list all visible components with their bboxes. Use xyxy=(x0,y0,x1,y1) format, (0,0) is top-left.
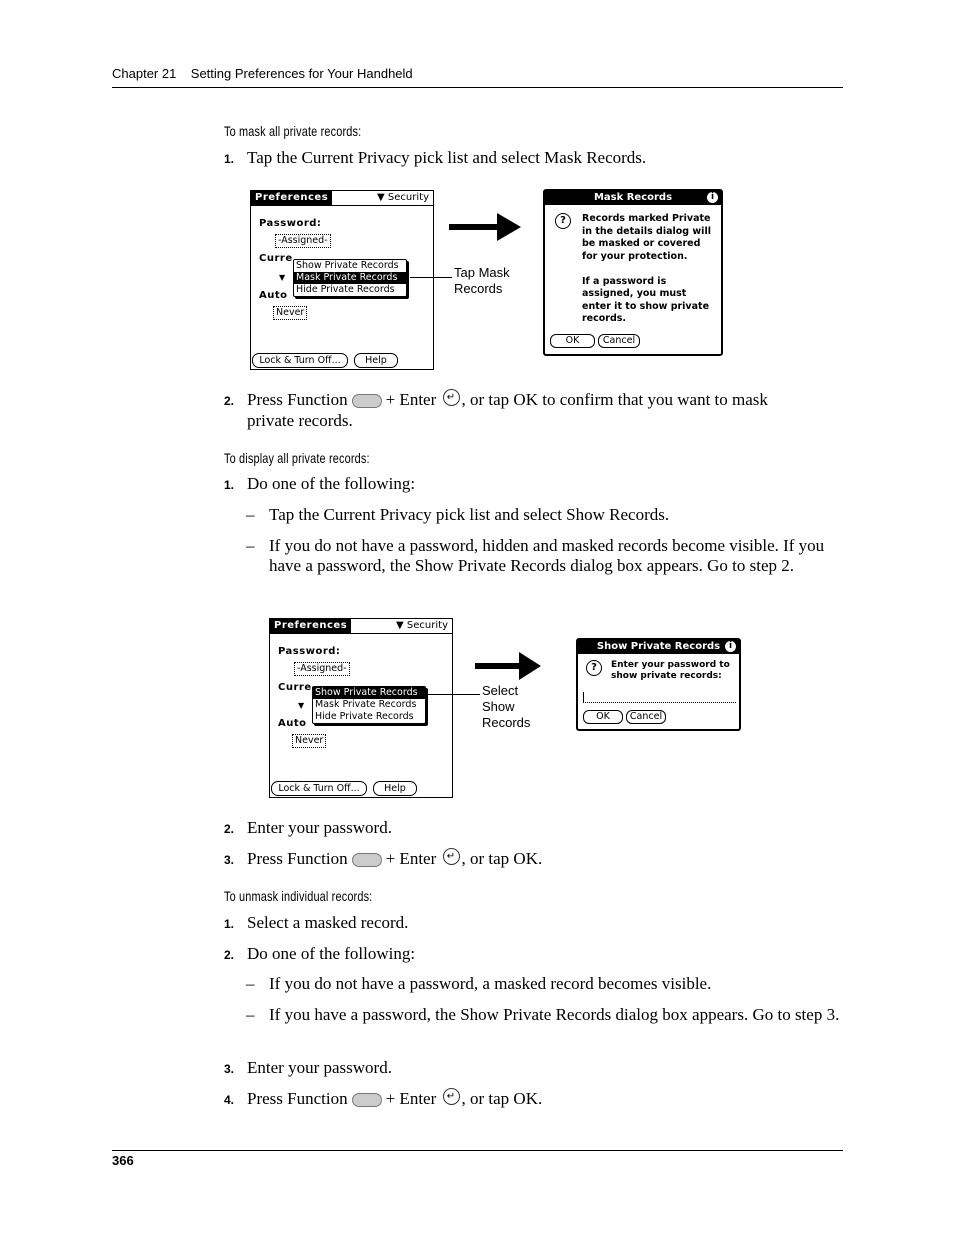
enter-key-icon: ↵ xyxy=(442,848,460,865)
menu-item-show[interactable]: Show Private Records xyxy=(313,687,425,699)
step: 2. Do one of the following: xyxy=(224,944,416,963)
callout-leader xyxy=(410,277,452,278)
header-rule xyxy=(112,87,843,88)
password-label: Password: xyxy=(259,218,322,229)
auto-lock-label: Auto xyxy=(278,718,307,729)
enter-key-icon: ↵ xyxy=(442,1088,460,1105)
section-heading: To unmask individual records: xyxy=(224,888,373,904)
step: 2. Enter your password. xyxy=(224,818,392,837)
ok-button[interactable]: OK xyxy=(583,710,623,724)
step: 4. Press Function + Enter ↵, or tap OK. xyxy=(224,1088,543,1108)
dialog-title: Mask Records xyxy=(545,191,721,205)
preferences-screen: Preferences ▼ Security Password: -Assign… xyxy=(269,618,453,798)
triangle-down-icon: ▼ xyxy=(396,620,404,631)
info-icon[interactable]: i xyxy=(725,641,736,652)
step: 3. Press Function + Enter ↵, or tap OK. xyxy=(224,848,543,868)
dialog-message: Enter your password to show private reco… xyxy=(611,660,730,681)
mask-records-dialog: Mask Records i ? Records marked Private … xyxy=(543,189,723,356)
ok-button[interactable]: OK xyxy=(550,334,595,348)
category-picker[interactable]: ▼ Security xyxy=(396,619,448,633)
help-button[interactable]: Help xyxy=(354,353,398,368)
password-field[interactable]: -Assigned- xyxy=(275,234,331,248)
help-button[interactable]: Help xyxy=(373,781,417,796)
privacy-menu: Show Private Records Mask Private Record… xyxy=(312,686,426,724)
section-heading: To mask all private records: xyxy=(224,123,362,139)
triangle-down-icon: ▼ xyxy=(298,701,305,710)
callout-leader xyxy=(428,694,480,695)
password-input[interactable] xyxy=(583,692,736,703)
info-icon[interactable]: i xyxy=(707,192,718,203)
menu-item-show[interactable]: Show Private Records xyxy=(294,260,406,272)
preferences-tab: Preferences xyxy=(251,191,333,205)
section-heading: To display all private records: xyxy=(224,450,370,466)
lock-turn-off-button[interactable]: Lock & Turn Off... xyxy=(271,781,367,796)
step: 1. Select a masked record. xyxy=(224,913,409,932)
auto-lock-field[interactable]: Never xyxy=(273,306,308,320)
function-key-icon xyxy=(351,853,382,868)
triangle-down-icon: ▼ xyxy=(377,192,385,203)
privacy-menu: Show Private Records Mask Private Record… xyxy=(293,259,407,297)
chapter-title: Setting Preferences for Your Handheld xyxy=(190,66,413,81)
step: 1. Tap the Current Privacy pick list and … xyxy=(224,148,647,167)
auto-lock-field[interactable]: Never xyxy=(292,734,327,748)
callout-tap-mask: Tap Mask Records xyxy=(454,265,510,296)
cancel-button[interactable]: Cancel xyxy=(598,334,640,348)
dialog-title: Show Private Records xyxy=(578,640,739,654)
footer-rule xyxy=(112,1150,843,1151)
cancel-button[interactable]: Cancel xyxy=(626,710,666,724)
password-field[interactable]: -Assigned- xyxy=(294,662,350,676)
show-private-records-dialog: Show Private Records i ? Enter your pass… xyxy=(576,638,741,731)
password-label: Password: xyxy=(278,646,341,657)
question-icon: ? xyxy=(586,660,602,676)
menu-item-hide[interactable]: Hide Private Records xyxy=(294,284,406,296)
lock-turn-off-button[interactable]: Lock & Turn Off... xyxy=(252,353,348,368)
page-number: 366 xyxy=(112,1153,134,1168)
preferences-tab: Preferences xyxy=(270,619,352,633)
arrow-right-icon xyxy=(449,213,521,241)
current-privacy-label: Curre xyxy=(278,682,312,693)
auto-lock-label: Auto xyxy=(259,290,288,301)
step: 1. Do one of the following: xyxy=(224,474,416,493)
triangle-down-icon: ▼ xyxy=(279,273,286,282)
question-icon: ? xyxy=(555,213,571,229)
menu-item-mask[interactable]: Mask Private Records xyxy=(313,699,425,711)
current-privacy-label: Curre xyxy=(259,253,293,264)
function-key-icon xyxy=(351,394,382,409)
dialog-message: Records marked Private in the details di… xyxy=(582,213,711,324)
function-key-icon xyxy=(351,1093,382,1108)
preferences-screen: Preferences ▼ Security Password: -Assign… xyxy=(250,190,434,370)
running-header: Chapter 21 Setting Preferences for Your … xyxy=(112,66,413,81)
step: 3. Enter your password. xyxy=(224,1058,392,1077)
callout-select-show: Select Show Records xyxy=(482,683,531,730)
category-picker[interactable]: ▼ Security xyxy=(377,191,429,205)
chapter-label: Chapter 21 xyxy=(112,66,177,81)
menu-item-mask[interactable]: Mask Private Records xyxy=(294,272,406,284)
step: 2. Press Function + Enter ↵, or tap OK to … xyxy=(224,389,768,430)
arrow-right-icon xyxy=(475,652,541,680)
enter-key-icon: ↵ xyxy=(442,389,460,406)
menu-item-hide[interactable]: Hide Private Records xyxy=(313,711,425,723)
